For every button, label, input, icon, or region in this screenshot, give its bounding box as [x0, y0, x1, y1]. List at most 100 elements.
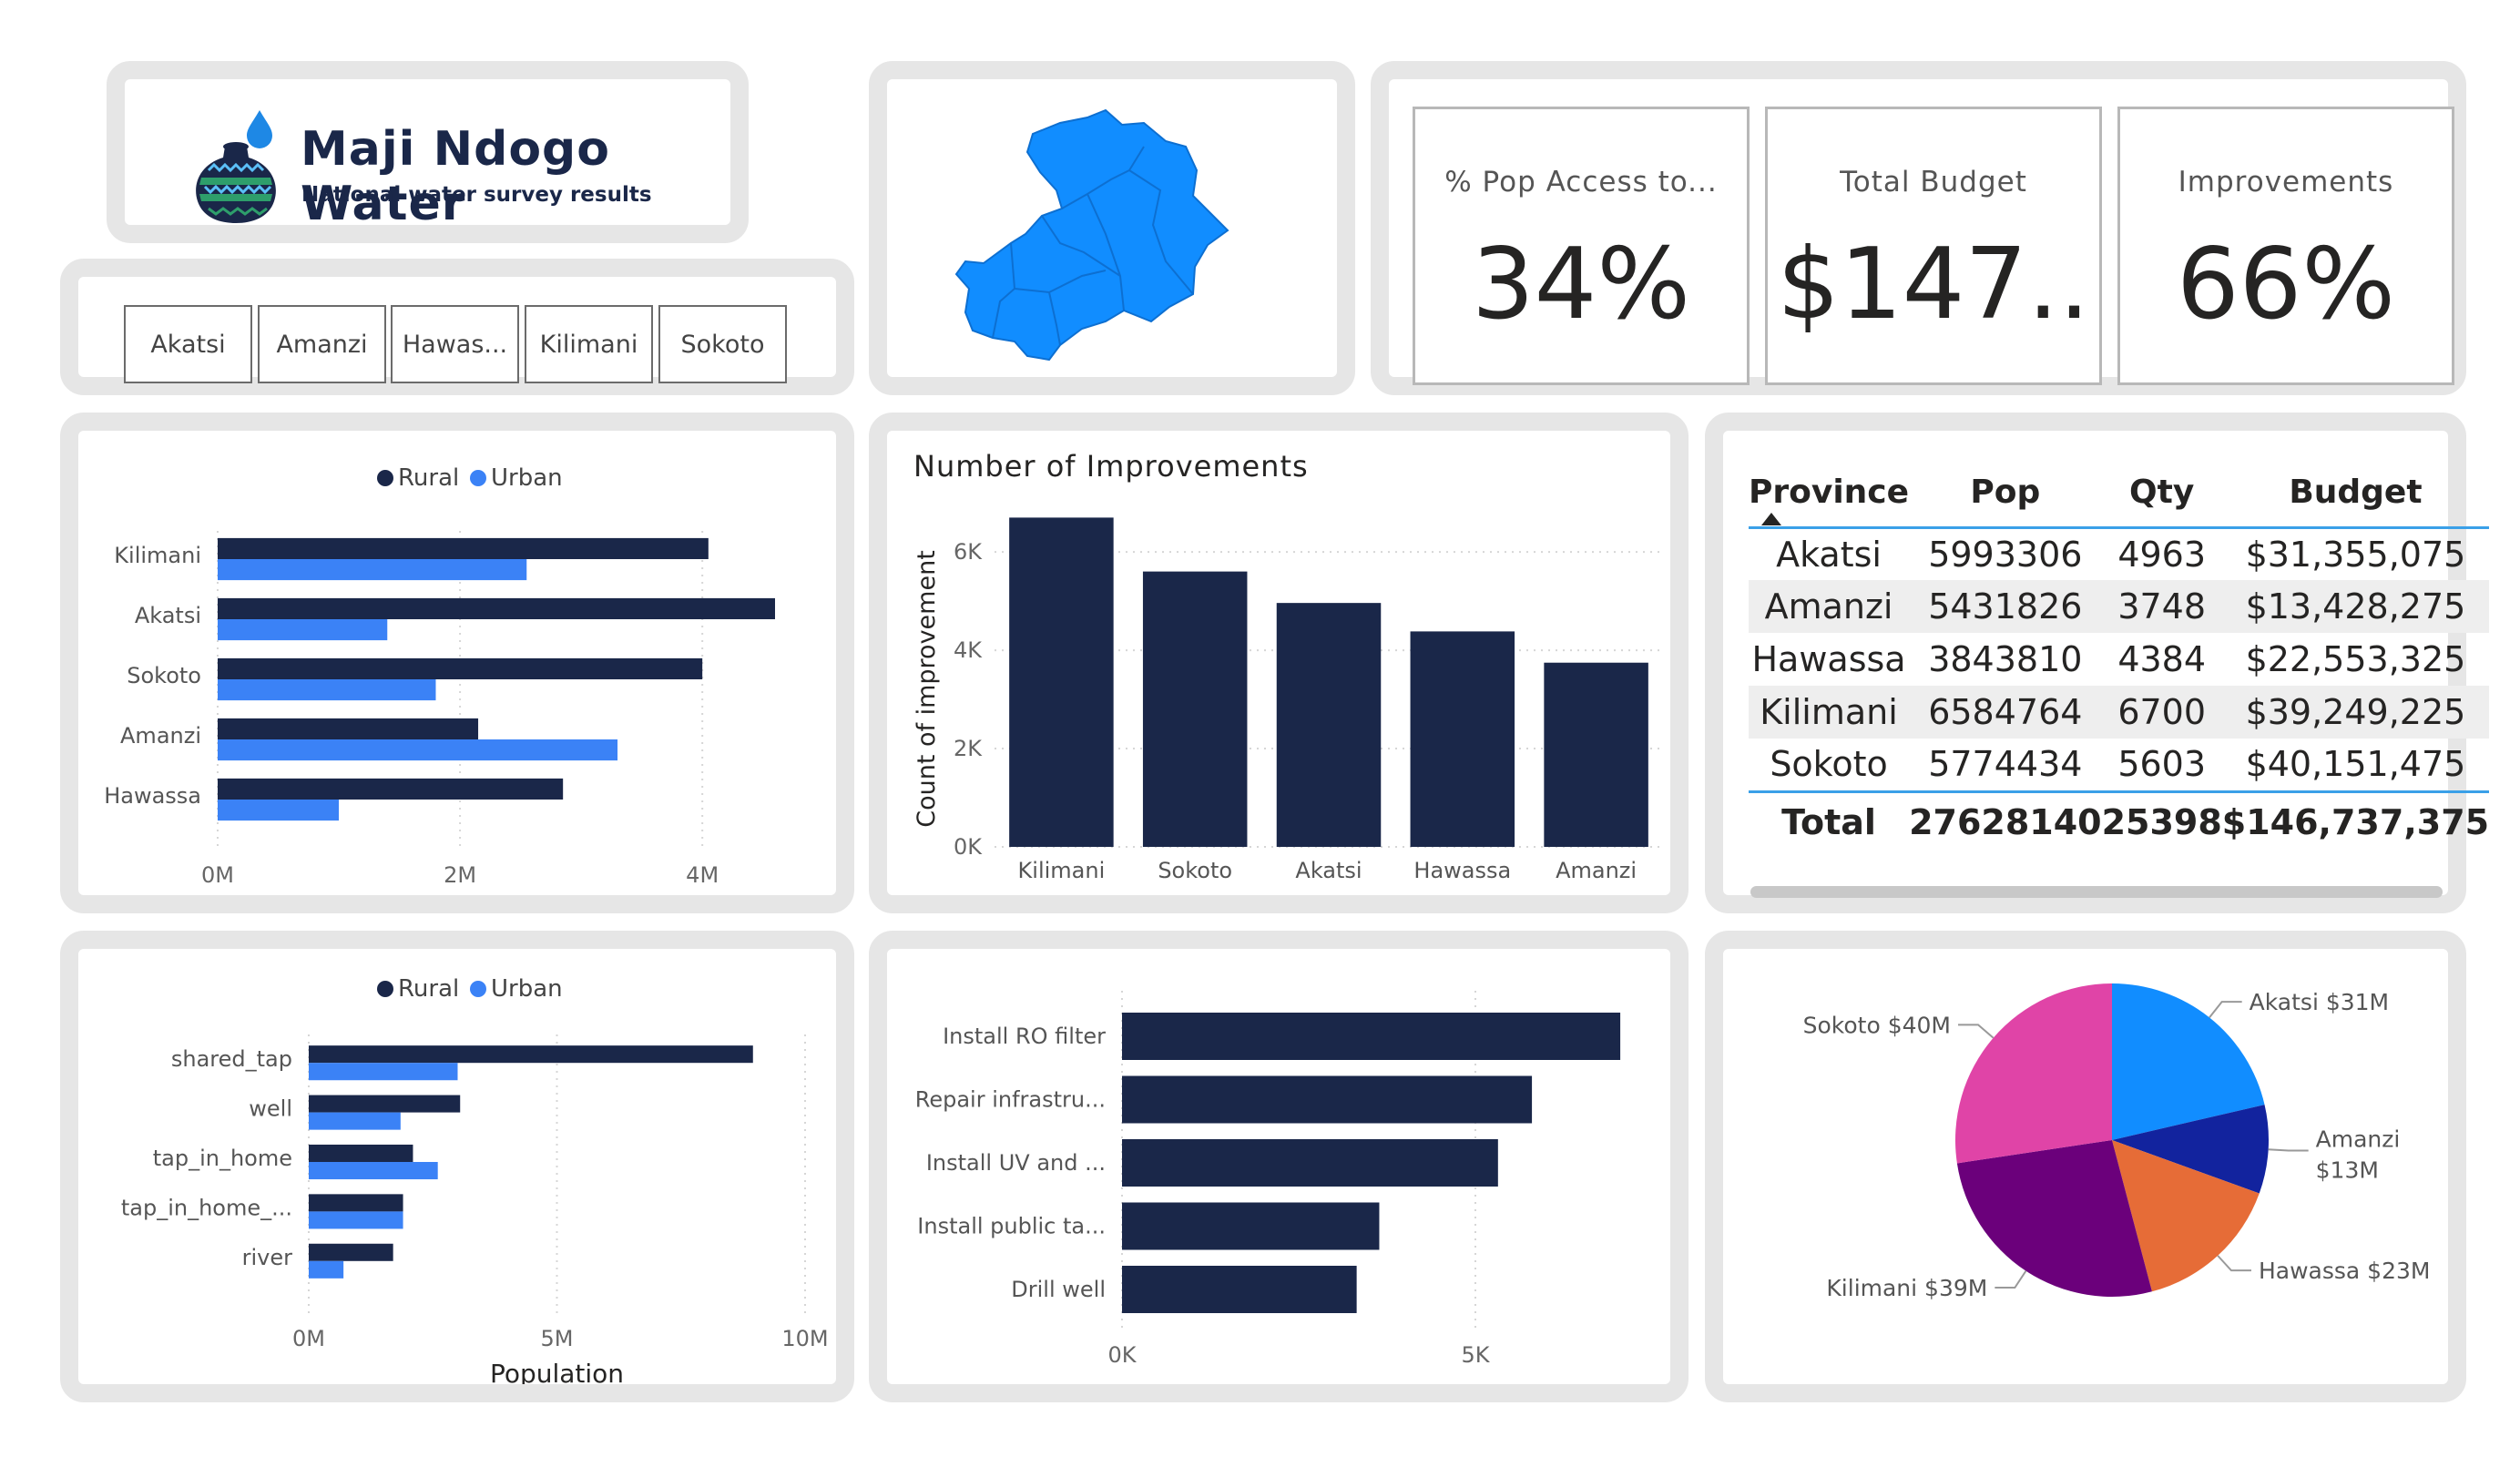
bar-rural: [218, 537, 709, 559]
bar-urban: [218, 800, 340, 821]
kpi-card-pop-access[interactable]: % Pop Access to... 34%: [1413, 107, 1750, 385]
table-row[interactable]: Kilimani 6584764 6700 $39,249,225: [1749, 686, 2490, 739]
logo-tile: Maji Ndogo Water National water survey r…: [107, 61, 749, 243]
bar-urban: [218, 619, 388, 641]
column-header-budget[interactable]: Budget: [2222, 458, 2489, 527]
population-by-source-svg[interactable]: Rural Urban 0M 5M 10M shared_tapwell tap_in_ho…: [78, 949, 836, 1384]
column-header-qty[interactable]: Qty: [2102, 458, 2222, 527]
slicer-item-amanzi[interactable]: Amanzi: [258, 305, 386, 383]
province-table[interactable]: Province Pop Qty Budget Akatsi 5993306 4…: [1705, 413, 2490, 913]
y-tick-label: Install UV and ...: [926, 1150, 1106, 1176]
slicer-item-sokoto[interactable]: Sokoto: [658, 305, 787, 383]
cell: $40,151,475: [2245, 744, 2466, 785]
cell: 3843810: [1928, 639, 2083, 679]
cell: $13,428,275: [2221, 580, 2490, 633]
number-of-improvements-svg[interactable]: 0K 2K 4K 6K Kilimani Sokoto Akatsi Hawassa Amanz…: [887, 431, 1670, 895]
bar: [1276, 603, 1382, 847]
cell: Amanzi: [1749, 580, 1910, 633]
y-tick-label: Drill well: [1011, 1277, 1106, 1302]
bar: [1122, 1013, 1621, 1060]
slicer-item-akatsi[interactable]: Akatsi: [124, 305, 252, 383]
improvements-by-type-chart[interactable]: 0K 5K Install RO filter Repair infrastru...…: [869, 931, 1689, 1402]
y-tick-label: Repair infrastru...: [915, 1087, 1106, 1113]
y-tick-label: Install public ta...: [917, 1214, 1106, 1239]
pie-leader-line: [1958, 1024, 1995, 1039]
y-tick-label: 0K: [954, 834, 983, 860]
bar-urban: [309, 1063, 458, 1081]
pie-label: Akatsi $31M: [2250, 989, 2389, 1015]
kpi-label: Improvements: [2178, 166, 2394, 199]
province-table-grid: Province Pop Qty Budget Akatsi 5993306 4…: [1749, 458, 2490, 851]
bar-urban: [309, 1211, 403, 1229]
y-tick-label: Akatsi: [135, 603, 201, 628]
bar-urban: [309, 1112, 401, 1130]
kpi-label: Total Budget: [1840, 166, 2027, 199]
province-slicer: Akatsi Amanzi Hawas... Kilimani Sokoto: [60, 259, 854, 395]
bar: [1009, 517, 1114, 847]
x-tick-label: Hawassa: [1413, 858, 1511, 883]
population-by-province-svg[interactable]: Rural Urban 0M 2M 4M Kilimani Akatsi Sokoto Aman…: [78, 431, 836, 895]
y-tick-label: 6K: [954, 539, 983, 565]
sort-ascending-icon[interactable]: [1761, 513, 1781, 525]
horizontal-scrollbar[interactable]: [1750, 886, 2443, 898]
table-row[interactable]: Akatsi 5993306 4963 $31,355,075: [1749, 527, 2489, 580]
bar: [1122, 1075, 1533, 1124]
kpi-card-total-budget[interactable]: Total Budget $147..: [1765, 107, 2102, 385]
number-of-improvements-chart[interactable]: Number of Improvements 0K 2K 4K 6K Kilimani S…: [869, 413, 1689, 913]
pie-leader-line: [2268, 1148, 2309, 1152]
population-by-province-chart[interactable]: Rural Urban 0M 2M 4M Kilimani Akatsi Sokoto Aman…: [60, 413, 854, 913]
bar-rural: [309, 1243, 393, 1261]
y-tick-label: Install RO filter: [943, 1024, 1106, 1049]
cell: $146,737,375: [2221, 790, 2490, 851]
improvements-by-type-svg[interactable]: 0K 5K Install RO filter Repair infrastru...…: [887, 949, 1670, 1384]
map-region[interactable]: [954, 108, 1229, 362]
x-tick-label: Sokoto: [1158, 858, 1232, 883]
legend-marker-urban: [470, 470, 486, 486]
budget-by-province-svg[interactable]: Akatsi $31M Amanzi $13M Hawassa $23M Kiliman…: [1723, 949, 2448, 1384]
column-header-pop[interactable]: Pop: [1909, 458, 2102, 527]
bar: [1142, 571, 1248, 847]
budget-by-province-pie[interactable]: Akatsi $31M Amanzi $13M Hawassa $23M Kiliman…: [1705, 931, 2466, 1402]
kpi-card-improvements[interactable]: Improvements 66%: [2117, 107, 2454, 385]
cell: 4384: [2117, 639, 2207, 679]
bar: [1122, 1266, 1357, 1313]
legend-label-urban: Urban: [491, 464, 563, 492]
bar-rural: [218, 718, 479, 739]
x-tick-label: Kilimani: [1018, 858, 1106, 883]
cell: 4963: [2117, 534, 2207, 575]
x-tick-label: 5M: [541, 1326, 574, 1351]
cell: $22,553,325: [2245, 639, 2466, 679]
bar: [1544, 662, 1648, 847]
cell: 3748: [2101, 580, 2222, 633]
kpi-value: 66%: [2176, 228, 2396, 341]
slicer-item-hawassa[interactable]: Hawas...: [391, 305, 519, 383]
table-row[interactable]: Amanzi 5431826 3748 $13,428,275: [1749, 580, 2490, 633]
table-row[interactable]: Hawassa 3843810 4384 $22,553,325: [1749, 633, 2489, 686]
bar-rural: [309, 1144, 413, 1162]
table-row[interactable]: Sokoto 5774434 5603 $40,151,475: [1749, 739, 2489, 791]
cell: 6584764: [1909, 686, 2102, 739]
y-tick-label: Kilimani: [114, 543, 201, 568]
x-tick-label: 0K: [1107, 1342, 1137, 1368]
cell: Kilimani: [1749, 686, 1910, 739]
province-map-shape[interactable]: [951, 107, 1288, 371]
population-by-source-chart[interactable]: Rural Urban 0M 5M 10M shared_tap well tap_in_ho…: [60, 931, 854, 1402]
x-tick-label: 0M: [201, 862, 234, 888]
cell: 6700: [2101, 686, 2222, 739]
cell: Total: [1749, 790, 1910, 851]
y-tick-label: shared_tap: [171, 1046, 292, 1072]
province-map[interactable]: [869, 61, 1355, 395]
cell: Hawassa: [1751, 639, 1906, 679]
kpi-value: $147..: [1777, 228, 2090, 341]
pie-leader-line: [2209, 1001, 2242, 1018]
kpi-value: 34%: [1471, 228, 1691, 341]
legend-label-rural: Rural: [398, 464, 459, 492]
bar-urban: [309, 1260, 344, 1279]
y-tick-label: 4K: [954, 637, 983, 663]
water-pot-icon: [196, 110, 276, 223]
x-tick-label: Akatsi: [1295, 858, 1362, 883]
x-tick-label: Amanzi: [1556, 858, 1637, 883]
pie-slice-sokoto: [1955, 983, 2112, 1164]
slicer-item-kilimani[interactable]: Kilimani: [525, 305, 653, 383]
logo-title: Maji Ndogo Water: [301, 122, 611, 231]
